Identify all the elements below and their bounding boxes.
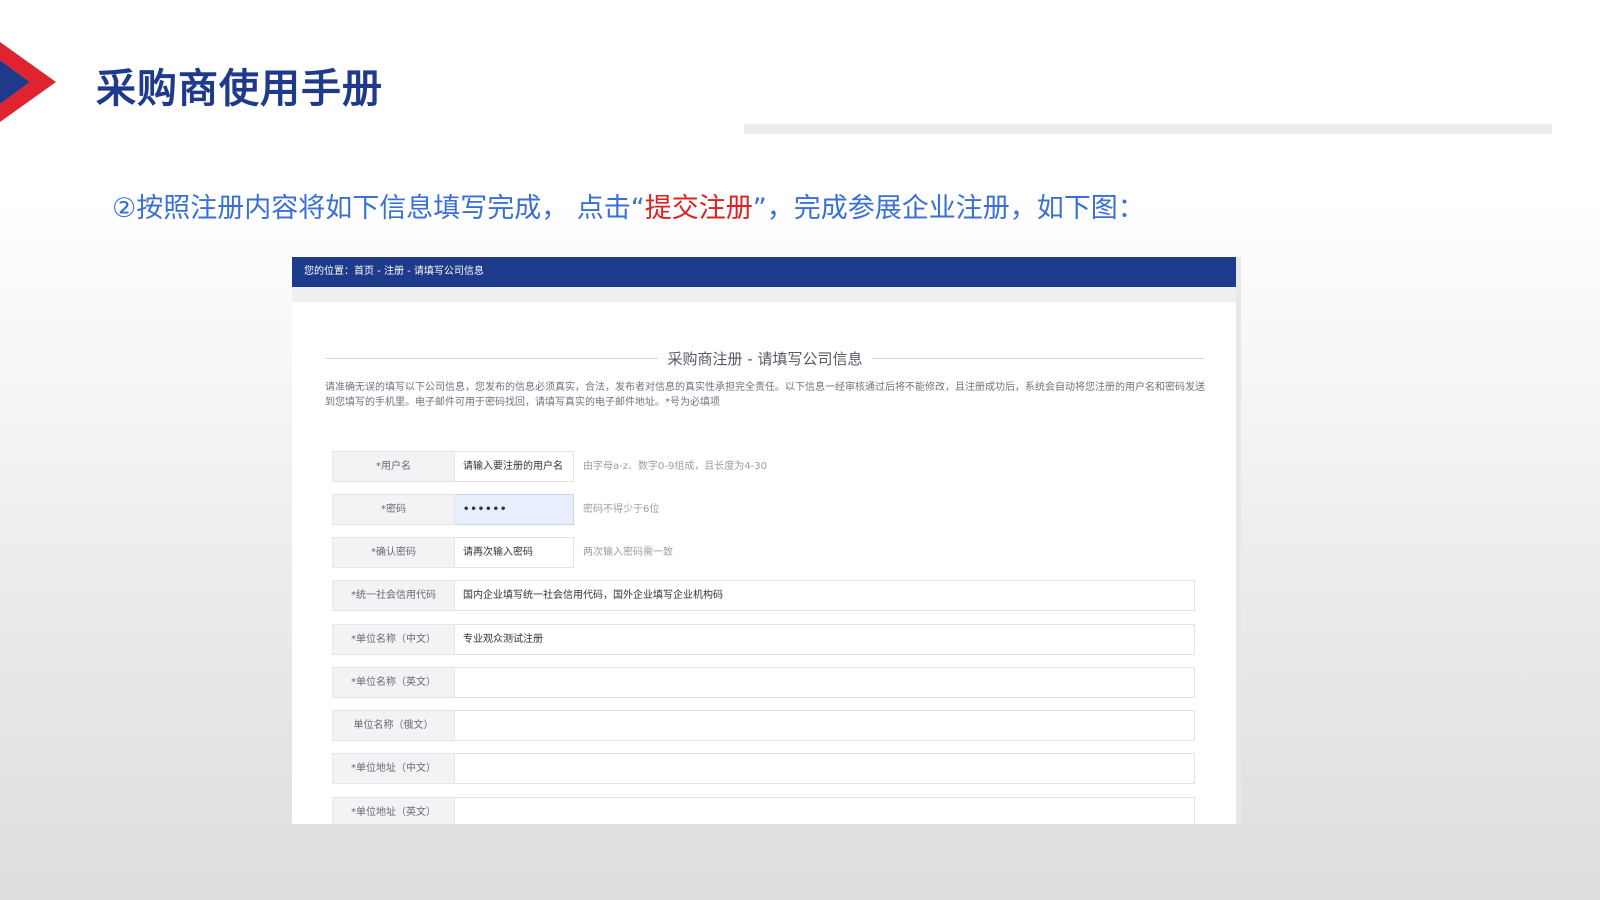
field-credit-code: *统一社会信用代码 国内企业填写统一社会信用代码，国外企业填写企业机构码 xyxy=(332,580,1195,611)
company-name-en-input[interactable] xyxy=(455,667,1195,698)
field-company-address-en: *单位地址（英文） xyxy=(332,797,1195,824)
confirm-password-input[interactable]: 请再次输入密码 xyxy=(455,537,574,568)
registration-screenshot: 您的位置：首页 - 注册 - 请填写公司信息 采购商注册 - 请填写公司信息 请… xyxy=(292,257,1241,824)
instruction-after: ”，完成参展企业注册，如下图： xyxy=(752,193,1145,224)
heading-line-left xyxy=(325,357,658,359)
field-company-name-en: *单位名称（英文） xyxy=(332,667,1195,698)
field-label: *单位地址（中文） xyxy=(332,753,455,784)
field-hint: 密码不得少于6位 xyxy=(583,504,660,515)
form-heading-row: 采购商注册 - 请填写公司信息 xyxy=(325,349,1206,368)
company-address-en-input[interactable] xyxy=(455,797,1195,824)
field-label: *密码 xyxy=(332,494,455,525)
sub-nav-bar xyxy=(292,287,1236,302)
breadcrumb: 您的位置：首页 - 注册 - 请填写公司信息 xyxy=(292,257,1236,287)
username-input[interactable]: 请输入要注册的用户名 xyxy=(455,451,574,482)
company-name-cn-input[interactable]: 专业观众测试注册 xyxy=(455,624,1195,655)
instruction-before: ②按照注册内容将如下信息填写完成， 点击“ xyxy=(112,193,645,224)
field-label: *确认密码 xyxy=(332,537,455,568)
field-company-name-cn: *单位名称（中文） 专业观众测试注册 xyxy=(332,624,1195,655)
field-hint: 两次输入密码需一致 xyxy=(583,547,673,558)
field-label: *单位名称（英文） xyxy=(332,667,455,698)
title-divider xyxy=(744,124,1552,134)
field-company-address-cn: *单位地址（中文） xyxy=(332,753,1195,784)
field-label: 单位名称（俄文） xyxy=(332,710,455,741)
field-label: *单位地址（英文） xyxy=(332,797,455,824)
field-password: *密码 •••••• 密码不得少于6位 xyxy=(332,494,659,525)
company-name-ru-input[interactable] xyxy=(455,710,1195,741)
slide-title: 采购商使用手册 xyxy=(96,66,383,112)
company-address-cn-input[interactable] xyxy=(455,753,1195,784)
field-confirm-password: *确认密码 请再次输入密码 两次输入密码需一致 xyxy=(332,537,673,568)
field-label: *统一社会信用代码 xyxy=(332,580,455,611)
field-label: *用户名 xyxy=(332,451,455,482)
form-notice: 请准确无误的填写以下公司信息，您发布的信息必须真实，合法，发布者对信息的真实性承… xyxy=(325,382,1205,408)
credit-code-input[interactable]: 国内企业填写统一社会信用代码，国外企业填写企业机构码 xyxy=(455,580,1195,611)
field-username: *用户名 请输入要注册的用户名 由字母a-z、数字0-9组成，且长度为4-30 xyxy=(332,451,767,482)
field-label: *单位名称（中文） xyxy=(332,624,455,655)
field-company-name-ru: 单位名称（俄文） xyxy=(332,710,1195,741)
field-hint: 由字母a-z、数字0-9组成，且长度为4-30 xyxy=(583,461,768,472)
form-title: 采购商注册 - 请填写公司信息 xyxy=(667,349,863,368)
chevron-arrow-icon xyxy=(0,42,56,122)
password-input[interactable]: •••••• xyxy=(455,494,574,525)
heading-line-right xyxy=(872,357,1206,359)
instruction-highlight: 提交注册 xyxy=(644,193,753,224)
instruction-text: ②按照注册内容将如下信息填写完成， 点击“提交注册”，完成参展企业注册，如下图： xyxy=(112,186,1145,225)
